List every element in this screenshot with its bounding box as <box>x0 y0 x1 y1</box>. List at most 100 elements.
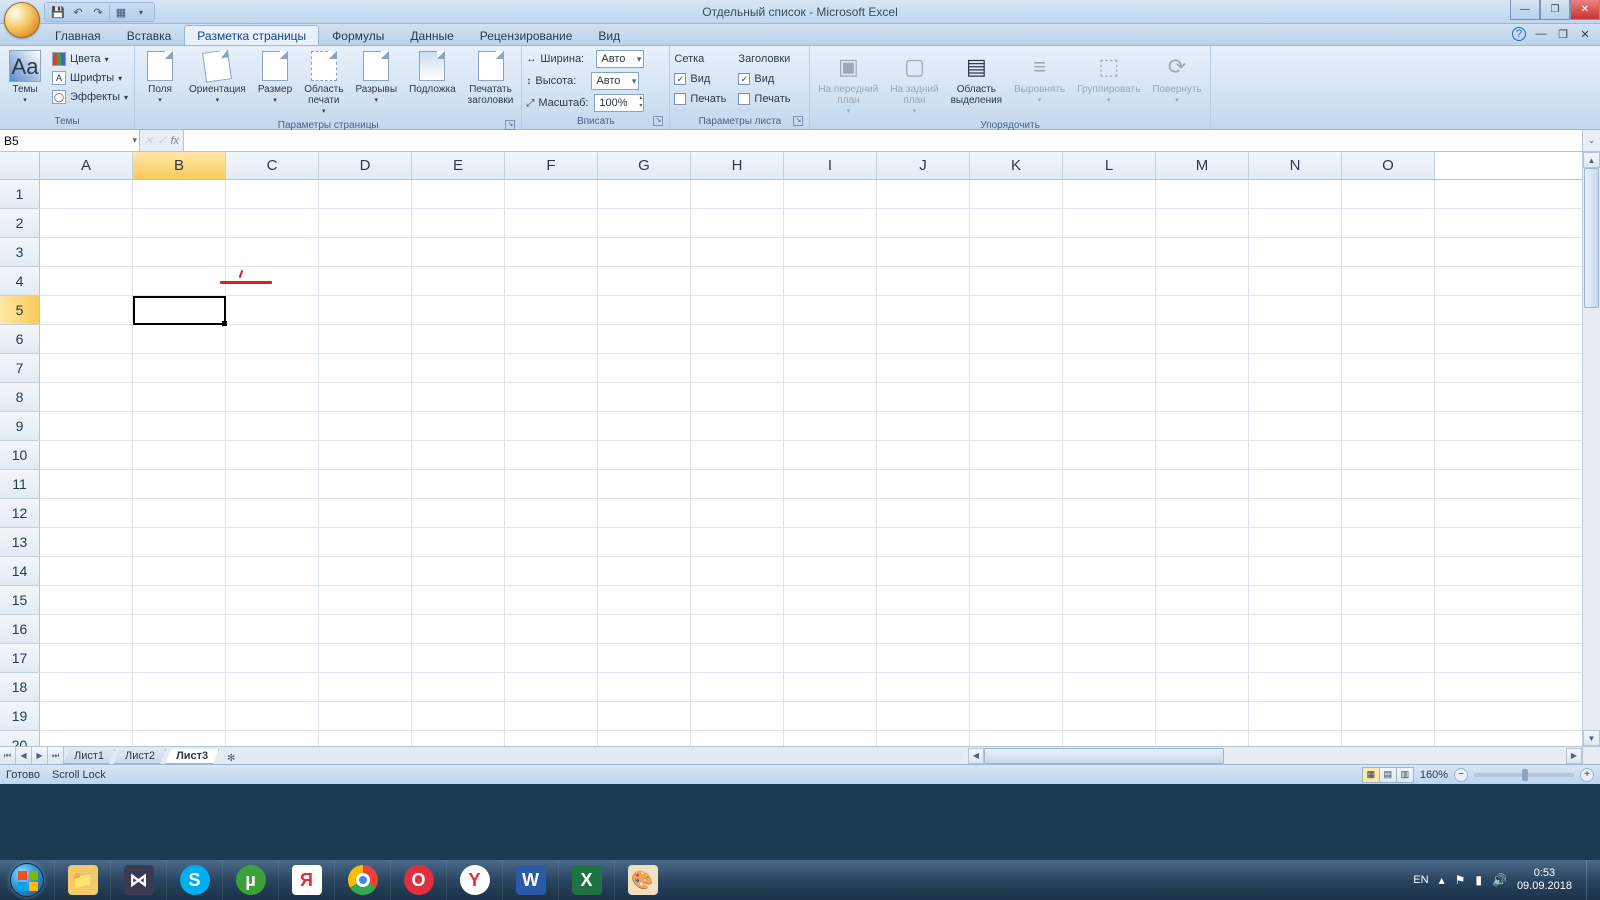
cell[interactable] <box>1249 615 1342 643</box>
cell[interactable] <box>1249 383 1342 411</box>
show-desktop-button[interactable] <box>1586 860 1594 900</box>
cell[interactable] <box>1342 557 1435 585</box>
undo-icon[interactable]: ↶ <box>69 4 87 20</box>
cell[interactable] <box>691 731 784 746</box>
cell[interactable] <box>319 586 412 614</box>
cell[interactable] <box>505 441 598 469</box>
cell[interactable] <box>40 267 133 295</box>
cell[interactable] <box>1249 470 1342 498</box>
cell[interactable] <box>784 499 877 527</box>
select-all-button[interactable] <box>0 152 40 180</box>
cell[interactable] <box>784 412 877 440</box>
tab-page-layout[interactable]: Разметка страницы <box>184 25 319 45</box>
cell[interactable] <box>1342 586 1435 614</box>
cell[interactable] <box>40 702 133 730</box>
cell[interactable] <box>877 209 970 237</box>
cell[interactable] <box>412 499 505 527</box>
name-box-input[interactable] <box>4 134 135 148</box>
cell[interactable] <box>226 296 319 324</box>
cell[interactable] <box>133 702 226 730</box>
scroll-up-icon[interactable]: ▲ <box>1583 152 1600 168</box>
cell[interactable] <box>40 238 133 266</box>
cell[interactable] <box>505 731 598 746</box>
cell[interactable] <box>1156 557 1249 585</box>
headings-print-checkbox[interactable]: Печать <box>738 90 790 108</box>
mdi-minimize-icon[interactable]: — <box>1534 27 1548 41</box>
cell[interactable] <box>1063 238 1156 266</box>
cell[interactable] <box>40 296 133 324</box>
cell[interactable] <box>691 441 784 469</box>
tray-network-icon[interactable]: ▮ <box>1475 873 1482 887</box>
scale-spinner[interactable]: 100% <box>594 94 644 112</box>
taskbar-skype[interactable]: S <box>166 860 222 900</box>
cell[interactable] <box>40 528 133 556</box>
cell[interactable] <box>1063 180 1156 208</box>
cell[interactable] <box>40 325 133 353</box>
row-header-2[interactable]: 2 <box>0 209 40 238</box>
tray-language[interactable]: EN <box>1413 874 1428 886</box>
cell[interactable] <box>784 731 877 746</box>
cell[interactable] <box>505 383 598 411</box>
tray-flag-icon[interactable]: ⚑ <box>1455 873 1466 887</box>
qat-customize-icon[interactable]: ▾ <box>132 4 150 20</box>
cell[interactable] <box>1063 644 1156 672</box>
cell[interactable] <box>40 470 133 498</box>
column-header-D[interactable]: D <box>319 152 412 179</box>
cell[interactable] <box>1342 644 1435 672</box>
cell[interactable] <box>40 615 133 643</box>
cell[interactable] <box>1063 702 1156 730</box>
cell[interactable] <box>505 615 598 643</box>
cell[interactable] <box>505 673 598 701</box>
qat-grid-icon[interactable]: ▦ <box>112 4 130 20</box>
sheet-nav-next-icon[interactable]: ▶ <box>32 747 48 764</box>
cell[interactable] <box>1249 354 1342 382</box>
cell[interactable] <box>970 238 1063 266</box>
cell[interactable] <box>40 586 133 614</box>
cell[interactable] <box>691 557 784 585</box>
row-header-4[interactable]: 4 <box>0 267 40 296</box>
cell[interactable] <box>226 557 319 585</box>
cell[interactable] <box>1342 673 1435 701</box>
row-header-6[interactable]: 6 <box>0 325 40 354</box>
taskbar-excel[interactable]: X <box>558 860 614 900</box>
sheet-nav-prev-icon[interactable]: ◀ <box>16 747 32 764</box>
cell[interactable] <box>691 267 784 295</box>
cell[interactable] <box>1063 731 1156 746</box>
cell[interactable] <box>970 267 1063 295</box>
cell[interactable] <box>40 673 133 701</box>
cell[interactable] <box>598 702 691 730</box>
cell[interactable] <box>598 412 691 440</box>
cell[interactable] <box>412 180 505 208</box>
cell[interactable] <box>319 441 412 469</box>
cell[interactable] <box>505 325 598 353</box>
cell[interactable] <box>319 702 412 730</box>
cell[interactable] <box>598 383 691 411</box>
cell[interactable] <box>133 354 226 382</box>
cell[interactable] <box>226 615 319 643</box>
cell[interactable] <box>598 209 691 237</box>
cell[interactable] <box>319 644 412 672</box>
cell[interactable] <box>1249 238 1342 266</box>
cell[interactable] <box>598 238 691 266</box>
tray-volume-icon[interactable]: 🔊 <box>1492 873 1507 887</box>
cell[interactable] <box>598 557 691 585</box>
cell[interactable] <box>784 383 877 411</box>
cell[interactable] <box>412 470 505 498</box>
cell[interactable] <box>133 499 226 527</box>
print-titles-button[interactable]: Печатать заголовки <box>464 48 518 108</box>
cell[interactable] <box>598 354 691 382</box>
breaks-button[interactable]: Разрывы▾ <box>351 48 401 108</box>
cell[interactable] <box>784 702 877 730</box>
cell[interactable] <box>412 557 505 585</box>
cell[interactable] <box>1063 557 1156 585</box>
margins-button[interactable]: Поля▾ <box>139 48 181 108</box>
cell[interactable] <box>1342 296 1435 324</box>
headings-view-checkbox[interactable]: ✓Вид <box>738 70 790 88</box>
cell[interactable] <box>1063 470 1156 498</box>
size-button[interactable]: Размер▾ <box>254 48 296 108</box>
cell[interactable] <box>970 586 1063 614</box>
cell[interactable] <box>133 180 226 208</box>
cell[interactable] <box>133 267 226 295</box>
cell[interactable] <box>970 354 1063 382</box>
taskbar-app-1[interactable]: ⋈ <box>110 860 166 900</box>
